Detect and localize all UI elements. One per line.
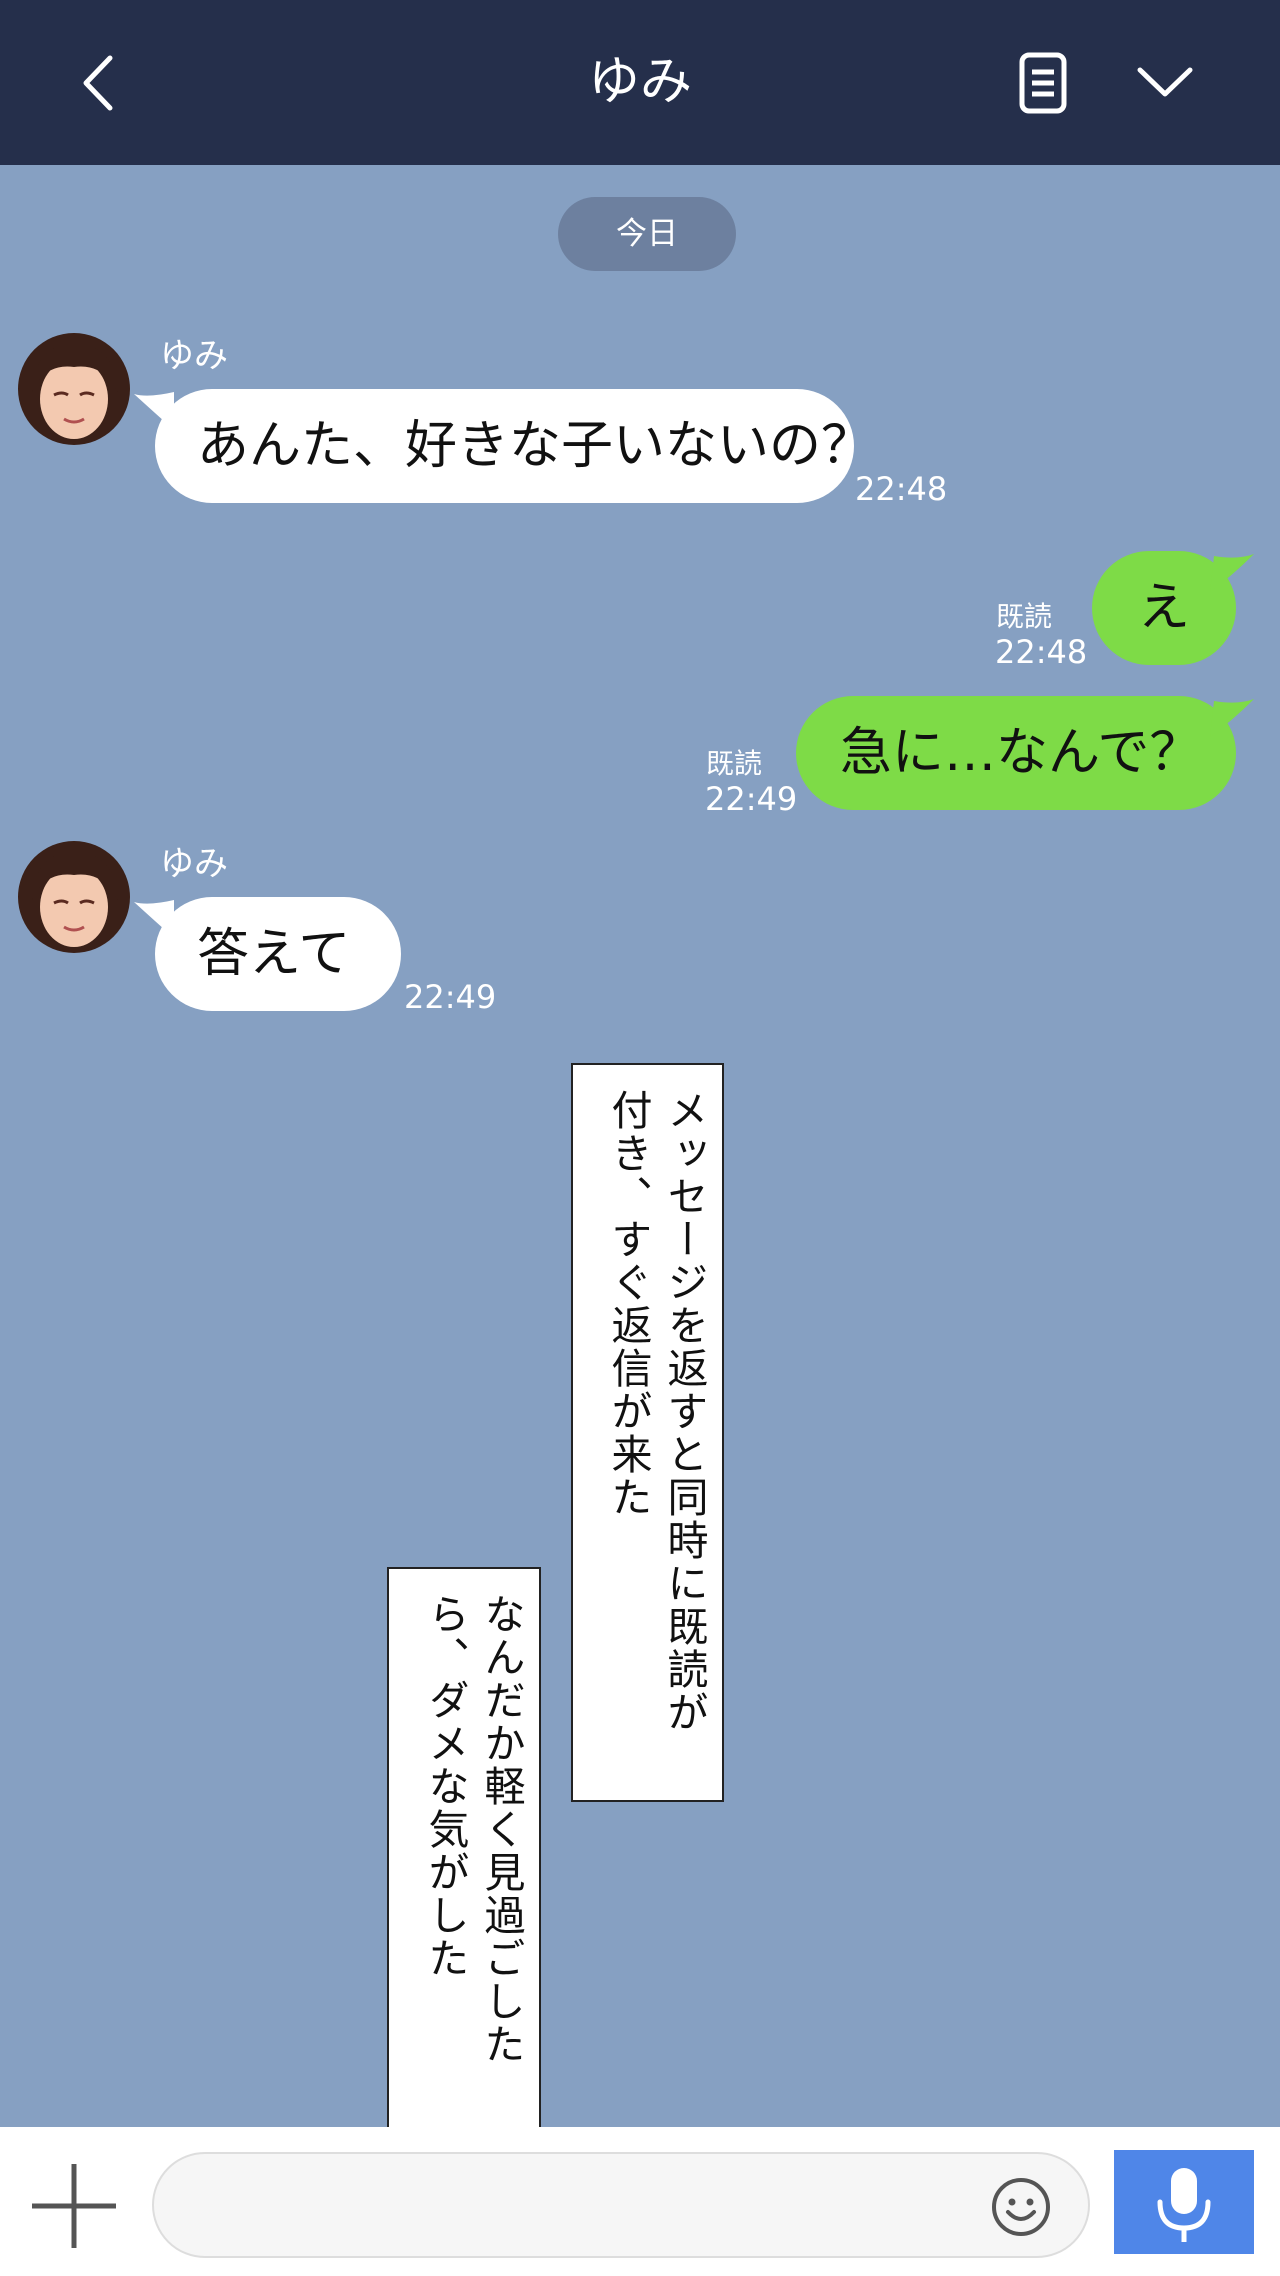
read-receipt: 既読: [996, 600, 1053, 633]
message-time: 22:49: [705, 780, 798, 818]
read-receipt: 既読: [706, 747, 763, 780]
chevron-down-icon: [1137, 67, 1193, 97]
avatar[interactable]: [18, 841, 130, 953]
bubble-tail: [1210, 699, 1254, 737]
message-bubble[interactable]: 答えて: [155, 897, 401, 1011]
message-input[interactable]: [152, 2152, 1090, 2258]
bubble-tail: [1210, 554, 1254, 592]
microphone-icon: [1157, 2168, 1211, 2242]
menu-button[interactable]: [1130, 48, 1200, 118]
narration-box: なんだか軽く見過ごしたら、ダメな気がした: [387, 1567, 541, 2145]
sender-name: ゆみ: [160, 336, 228, 376]
notes-button[interactable]: [1008, 48, 1078, 118]
message-bubble[interactable]: あんた、好きな子いないの？: [155, 389, 873, 503]
message-time: 22:48: [995, 633, 1088, 671]
avatar-image: [18, 333, 130, 445]
message-time: 22:48: [855, 470, 948, 508]
message-time: 22:49: [404, 978, 497, 1016]
chevron-left-icon: [83, 55, 113, 111]
avatar[interactable]: [18, 333, 130, 445]
narration-box: メッセージを返すと同時に既読が付き、すぐ返信が来た: [571, 1063, 724, 1802]
note-icon: [1019, 52, 1067, 114]
chat-title: ゆみ: [587, 52, 692, 112]
smiley-icon: [992, 2178, 1050, 2236]
emoji-button[interactable]: [990, 2176, 1052, 2238]
message-bubble[interactable]: 急に…なんで？: [796, 696, 1236, 810]
avatar-image: [18, 841, 130, 953]
microphone-button[interactable]: [1114, 2150, 1254, 2254]
plus-button[interactable]: [28, 2160, 120, 2252]
sender-name: ゆみ: [160, 844, 228, 884]
chat-header: ゆみ: [0, 0, 1280, 165]
plus-icon: [32, 2164, 116, 2248]
date-separator: 今日: [558, 197, 736, 271]
back-button[interactable]: [66, 48, 136, 118]
